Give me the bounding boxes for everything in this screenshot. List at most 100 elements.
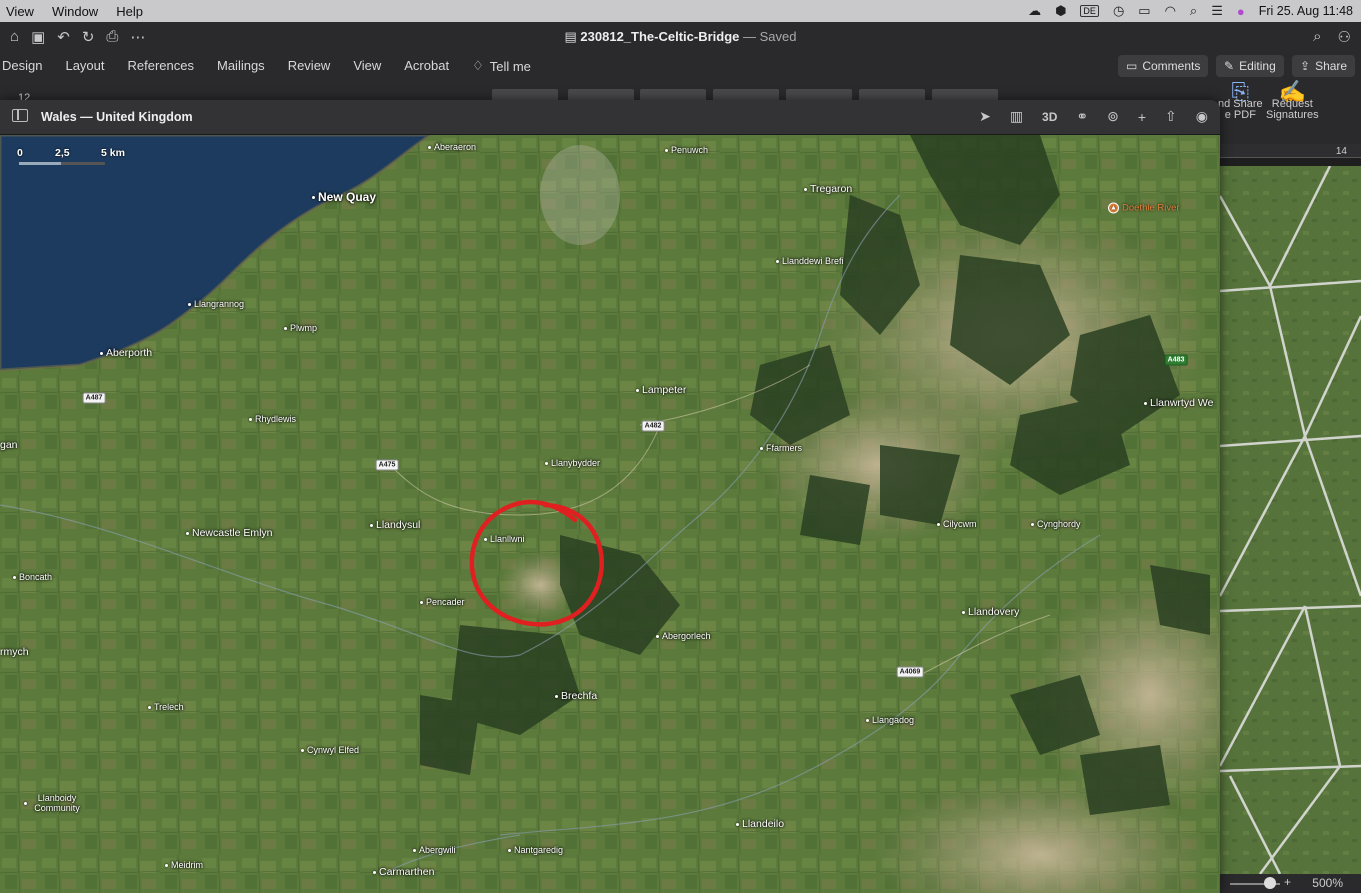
maps-window: Wales — United Kingdom ➤ ▥ 3D ⚭ ⊚ + ⇧ ◉ [0, 100, 1220, 893]
place-label[interactable]: Llandeilo [736, 818, 784, 830]
place-label[interactable]: Tregaron [804, 183, 852, 195]
ruler-number: 14 [1335, 146, 1347, 157]
share-button[interactable]: ⇪ Share [1292, 55, 1356, 77]
tab-mailings[interactable]: Mailings [217, 58, 265, 74]
account-icon[interactable]: ⚇ [1338, 28, 1351, 46]
place-label[interactable]: Cilycwm [937, 519, 977, 529]
document-title: ▤ 230812_The-Celtic-Bridge — Saved [0, 29, 1361, 45]
tab-design[interactable]: Design [2, 58, 42, 74]
comments-label: Comments [1142, 59, 1201, 73]
place-label[interactable]: Llanboidy Community [24, 793, 84, 813]
map-imagery [0, 135, 1220, 893]
place-label[interactable]: Cynghordy [1031, 519, 1081, 529]
place-label[interactable]: Meidrim [165, 860, 203, 870]
poi-label[interactable]: ▲ Doethie River [1108, 202, 1180, 214]
place-label[interactable]: Plwmp [284, 323, 317, 333]
place-label[interactable]: Brechfa [555, 690, 597, 702]
tab-view[interactable]: View [353, 58, 381, 74]
place-label[interactable]: gan [0, 439, 18, 451]
place-label[interactable]: Lampeter [636, 384, 686, 396]
tab-layout[interactable]: Layout [65, 58, 104, 74]
tab-references[interactable]: References [128, 58, 194, 74]
road-shield: A483 [1164, 354, 1188, 366]
place-label[interactable]: Nantgaredig [508, 845, 563, 855]
satellite-map[interactable]: 0 2,5 5 km Aberaeron Penuwch Tregaron Ne… [0, 135, 1220, 893]
place-label[interactable]: Penuwch [665, 145, 708, 155]
menu-window[interactable]: Window [46, 4, 110, 19]
document-icon: ▤ [564, 29, 577, 44]
add-icon[interactable]: + [1138, 109, 1146, 125]
wifi-icon[interactable]: ◠ [1165, 3, 1176, 19]
place-label[interactable]: Llanybydder [545, 458, 600, 468]
place-label[interactable]: Aberaeron [428, 142, 476, 152]
road-shield: A482 [641, 420, 665, 432]
request-signatures-button[interactable]: ✍ Request Signatures [1266, 79, 1319, 121]
zoom-level[interactable]: 500% [1312, 876, 1343, 890]
sidebar-toggle-icon[interactable] [12, 109, 28, 122]
road-shield: A475 [375, 459, 399, 471]
menu-clock[interactable]: Fri 25. Aug 11:48 [1259, 4, 1353, 18]
place-label[interactable]: Aberporth [100, 347, 152, 359]
search-icon[interactable]: ⌕ [1313, 28, 1321, 46]
input-source-badge[interactable]: DE [1080, 5, 1099, 17]
battery-icon[interactable]: ▭ [1138, 3, 1150, 19]
place-label[interactable]: Pencader [420, 597, 465, 607]
place-label[interactable]: Trelech [148, 702, 184, 712]
menu-bar-extras: ☁ ⬢ DE ◷ ▭ ◠ ⌕ ☰ ● Fri 25. Aug 11:48 [1028, 0, 1353, 22]
campsite-icon: ▲ [1108, 202, 1119, 214]
place-label[interactable]: Boncath [13, 572, 52, 582]
zoom-slider-knob[interactable] [1264, 877, 1276, 889]
scale-bar [19, 162, 105, 165]
word-status-bar: + 500% [1220, 874, 1361, 893]
zoom-in-icon[interactable]: + [1284, 875, 1291, 889]
place-label[interactable]: Llangrannog [188, 299, 244, 309]
place-label[interactable]: Rhydlewis [249, 414, 296, 424]
place-label[interactable]: Carmarthen [373, 866, 434, 878]
signature-icon: ✍ [1278, 79, 1306, 104]
place-label[interactable]: Llandysul [370, 519, 420, 531]
create-share-pdf-button[interactable]: ⎘ nd Share e PDF [1218, 81, 1263, 121]
lightbulb-icon: ♢ [472, 58, 484, 73]
comments-button[interactable]: ▭ Comments [1118, 55, 1209, 77]
place-label[interactable]: Llanllwni [484, 534, 525, 544]
tell-me-box[interactable]: ♢ Tell me [472, 58, 531, 74]
location-arrow-icon[interactable]: ➤ [979, 108, 991, 125]
menu-view[interactable]: View [0, 4, 46, 19]
place-label[interactable]: Cynwyl Elfed [301, 745, 359, 755]
place-label[interactable]: Llangadog [866, 715, 914, 725]
scale-zero: 0 [17, 147, 23, 159]
place-label[interactable]: Llanddewi Brefi [776, 256, 844, 266]
document-name: 230812_The-Celtic-Bridge [580, 29, 740, 44]
place-label[interactable]: Abergwili [413, 845, 456, 855]
look-around-icon[interactable]: ⚭ [1076, 108, 1088, 125]
tell-me-label: Tell me [489, 58, 531, 74]
place-label[interactable]: Llandovery [962, 606, 1019, 618]
place-label[interactable]: Llanwrtyd We [1144, 397, 1213, 409]
place-label[interactable]: Ffarmers [760, 443, 802, 453]
share-icon: ⇪ [1300, 59, 1311, 73]
map-mode-icon[interactable]: ▥ [1010, 108, 1023, 125]
place-label[interactable]: Abergorlech [656, 631, 711, 641]
place-label[interactable]: New Quay [312, 190, 376, 204]
tab-review[interactable]: Review [288, 58, 331, 74]
menu-help[interactable]: Help [110, 4, 155, 19]
vpn-icon[interactable]: ⬢ [1055, 3, 1066, 19]
share-icon[interactable]: ⇧ [1165, 108, 1177, 125]
tab-acrobat[interactable]: Acrobat [404, 58, 449, 74]
road-shield: A487 [82, 392, 106, 404]
3d-button[interactable]: 3D [1042, 110, 1057, 124]
scale-end: 5 km [101, 147, 125, 159]
document-satellite-image[interactable] [1220, 166, 1361, 874]
place-label[interactable]: Newcastle Emlyn [186, 527, 273, 539]
pencil-icon: ✎ [1224, 59, 1235, 73]
time-machine-icon[interactable]: ◷ [1113, 3, 1124, 19]
recenter-icon[interactable]: ⊚ [1107, 108, 1119, 125]
comment-icon: ▭ [1126, 59, 1138, 73]
account-icon[interactable]: ◉ [1196, 108, 1208, 125]
control-center-icon[interactable]: ☰ [1211, 3, 1223, 19]
place-label[interactable]: rmych [0, 646, 29, 658]
spotlight-search-icon[interactable]: ⌕ [1190, 3, 1197, 19]
editing-button[interactable]: ✎ Editing [1216, 55, 1284, 77]
cloud-icon[interactable]: ☁ [1028, 3, 1041, 19]
siri-icon[interactable]: ● [1237, 4, 1245, 19]
